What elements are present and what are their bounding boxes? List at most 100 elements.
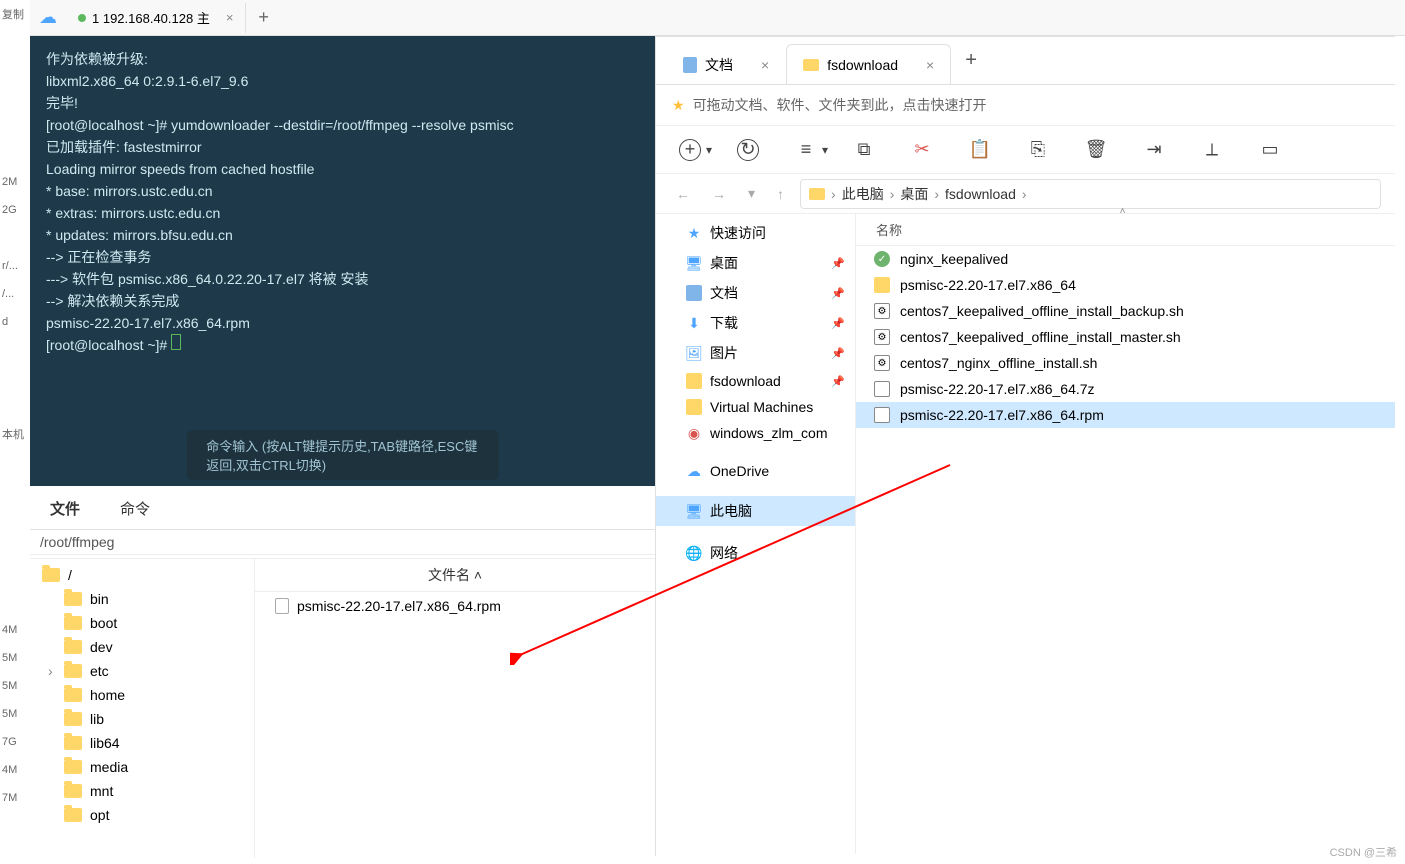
file-icon xyxy=(275,598,289,614)
back-button[interactable]: ← xyxy=(670,186,696,202)
cloud-icon[interactable]: ☁ xyxy=(30,0,66,36)
pin-icon: 📌 xyxy=(831,257,845,270)
up-button[interactable]: ↑ xyxy=(771,186,790,202)
tree-item[interactable]: media xyxy=(30,755,254,779)
file-item[interactable]: ⚙centos7_keepalived_offline_install_mast… xyxy=(856,324,1395,350)
sidebar-downloads[interactable]: ⬇下载📌 xyxy=(656,308,855,338)
close-icon[interactable]: × xyxy=(226,10,234,25)
folder-icon xyxy=(64,592,82,606)
tree-item[interactable]: etc xyxy=(30,659,254,683)
file-item[interactable]: ⚙centos7_nginx_offline_install.sh xyxy=(856,350,1395,376)
history-button[interactable]: ↻ xyxy=(736,138,760,162)
explorer-sidebar: ★快速访问 🖥桌面📌 文档📌 ⬇下载📌 🖼图片📌 fsdownload📌 Vir… xyxy=(656,214,856,854)
breadcrumb[interactable]: › 此电脑› 桌面› fsdownload› xyxy=(800,179,1381,209)
crop-button[interactable]: ⟂ xyxy=(1200,138,1224,162)
tree-root[interactable]: / xyxy=(30,563,254,587)
star-icon: ★ xyxy=(686,225,702,241)
tree-item[interactable]: opt xyxy=(30,803,254,827)
folder-icon xyxy=(686,399,702,415)
local-tabs: 文件 命令 xyxy=(30,490,655,530)
cloud-icon: ☁ xyxy=(686,463,702,479)
tree-item[interactable]: bin xyxy=(30,587,254,611)
sidebar-quick-access[interactable]: ★快速访问 xyxy=(656,218,855,248)
session-tab[interactable]: 1 192.168.40.128 主 × xyxy=(66,3,246,33)
script-icon: ⚙ xyxy=(874,355,890,371)
column-header-name[interactable]: 名称 xyxy=(856,214,1395,246)
picture-icon: 🖼 xyxy=(686,345,702,361)
app-tab-bar: ☁ 1 192.168.40.128 主 × + xyxy=(30,0,1405,36)
tree-item[interactable]: dev xyxy=(30,635,254,659)
explorer-tabs: 文档 × fsdownload × + xyxy=(656,37,1395,85)
file-item[interactable]: psmisc-22.20-17.el7.x86_64.rpm xyxy=(255,592,655,620)
explorer-file-list: 名称 ✓nginx_keepalived psmisc-22.20-17.el7… xyxy=(856,214,1395,854)
tree-item[interactable]: boot xyxy=(30,611,254,635)
folder-icon xyxy=(64,664,82,678)
script-icon: ⚙ xyxy=(874,303,890,319)
remote-path[interactable]: /root/ffmpeg xyxy=(30,530,655,555)
sidebar-vm[interactable]: Virtual Machines xyxy=(656,394,855,420)
tab-command[interactable]: 命令 xyxy=(100,490,170,529)
left-side-strip: 复制 2M2G r/.../...d 本机 4M5M5M 5M7G4M7M xyxy=(0,0,30,864)
file-item-selected[interactable]: psmisc-22.20-17.el7.x86_64.rpm xyxy=(856,402,1395,428)
explorer-toolbar: +▾ ↻ ≡▾ ⧉ ✂ 📋 ⎘ 🗑 ⇥ ⟂ ▭ xyxy=(656,126,1395,174)
paste-button[interactable]: 📋 xyxy=(968,138,992,162)
copy-button[interactable]: ⧉ xyxy=(852,138,876,162)
tree-item[interactable]: home xyxy=(30,683,254,707)
close-icon[interactable]: × xyxy=(761,57,769,73)
drop-hint-bar: ★ 可拖动文档、软件、文件夹到此，点击快速打开 xyxy=(656,85,1395,126)
explorer-nav: ← → ▾ ↑ › 此电脑› 桌面› fsdownload› xyxy=(656,174,1395,214)
close-icon[interactable]: × xyxy=(926,57,934,73)
rpm-icon xyxy=(874,407,890,423)
cursor-icon xyxy=(171,334,181,350)
folder-icon xyxy=(809,188,825,200)
explorer-tab-fsdownload[interactable]: fsdownload × xyxy=(786,44,951,84)
file-item[interactable]: ⚙centos7_keepalived_offline_install_back… xyxy=(856,298,1395,324)
rename-button[interactable]: ⎘ xyxy=(1026,138,1050,162)
sidebar-onedrive[interactable]: ☁OneDrive xyxy=(656,458,855,484)
tab-file[interactable]: 文件 xyxy=(30,490,100,529)
new-button[interactable]: +▾ xyxy=(678,138,702,162)
cut-button[interactable]: ✂ xyxy=(910,138,934,162)
properties-button[interactable]: ▭ xyxy=(1258,138,1282,162)
tree-item[interactable]: lib64 xyxy=(30,731,254,755)
terminal-panel[interactable]: 作为依赖被升级: libxml2.x86_64 0:2.9.1-6.el7_9.… xyxy=(30,36,655,486)
sidebar-desktop[interactable]: 🖥桌面📌 xyxy=(656,248,855,278)
sidebar-documents[interactable]: 文档📌 xyxy=(656,278,855,308)
file-item[interactable]: psmisc-22.20-17.el7.x86_64 xyxy=(856,272,1395,298)
tree-item[interactable]: mnt xyxy=(30,779,254,803)
folder-icon xyxy=(64,784,82,798)
folder-icon xyxy=(64,712,82,726)
app-icon: ◉ xyxy=(686,425,702,441)
network-icon: 🌐 xyxy=(686,545,702,561)
new-tab-button[interactable]: + xyxy=(246,7,281,28)
document-icon xyxy=(686,285,702,301)
pc-icon: 🖥 xyxy=(686,503,702,519)
view-button[interactable]: ≡▾ xyxy=(794,138,818,162)
script-icon: ⚙ xyxy=(874,329,890,345)
sidebar-fsdownload[interactable]: fsdownload📌 xyxy=(656,368,855,394)
forward-button[interactable]: → xyxy=(706,186,732,202)
column-header-name[interactable]: 文件名 ˄ xyxy=(255,559,655,592)
folder-icon xyxy=(64,688,82,702)
file-item[interactable]: ✓nginx_keepalived xyxy=(856,246,1395,272)
pin-icon: 📌 xyxy=(831,347,845,360)
sidebar-zlm[interactable]: ◉windows_zlm_com xyxy=(656,420,855,446)
folder-icon xyxy=(64,640,82,654)
folder-icon xyxy=(42,568,60,582)
dropdown-button[interactable]: ▾ xyxy=(742,185,761,202)
delete-button[interactable]: 🗑 xyxy=(1084,138,1108,162)
sidebar-this-pc[interactable]: 🖥此电脑 xyxy=(656,496,855,526)
new-explorer-tab[interactable]: + xyxy=(951,49,991,72)
explorer-tab-docs[interactable]: 文档 × xyxy=(666,44,786,84)
file-item[interactable]: psmisc-22.20-17.el7.x86_64.7z xyxy=(856,376,1395,402)
folder-icon xyxy=(686,373,702,389)
tree-item[interactable]: lib xyxy=(30,707,254,731)
sidebar-pictures[interactable]: 🖼图片📌 xyxy=(656,338,855,368)
folder-icon xyxy=(874,277,890,293)
folder-icon xyxy=(803,59,819,71)
sidebar-network[interactable]: 🌐网络 xyxy=(656,538,855,568)
move-button[interactable]: ⇥ xyxy=(1142,138,1166,162)
file-explorer-window: 文档 × fsdownload × + ★ 可拖动文档、软件、文件夹到此，点击快… xyxy=(655,36,1395,856)
terminal-output: 作为依赖被升级: libxml2.x86_64 0:2.9.1-6.el7_9.… xyxy=(30,36,655,368)
app-icon: ✓ xyxy=(874,251,890,267)
